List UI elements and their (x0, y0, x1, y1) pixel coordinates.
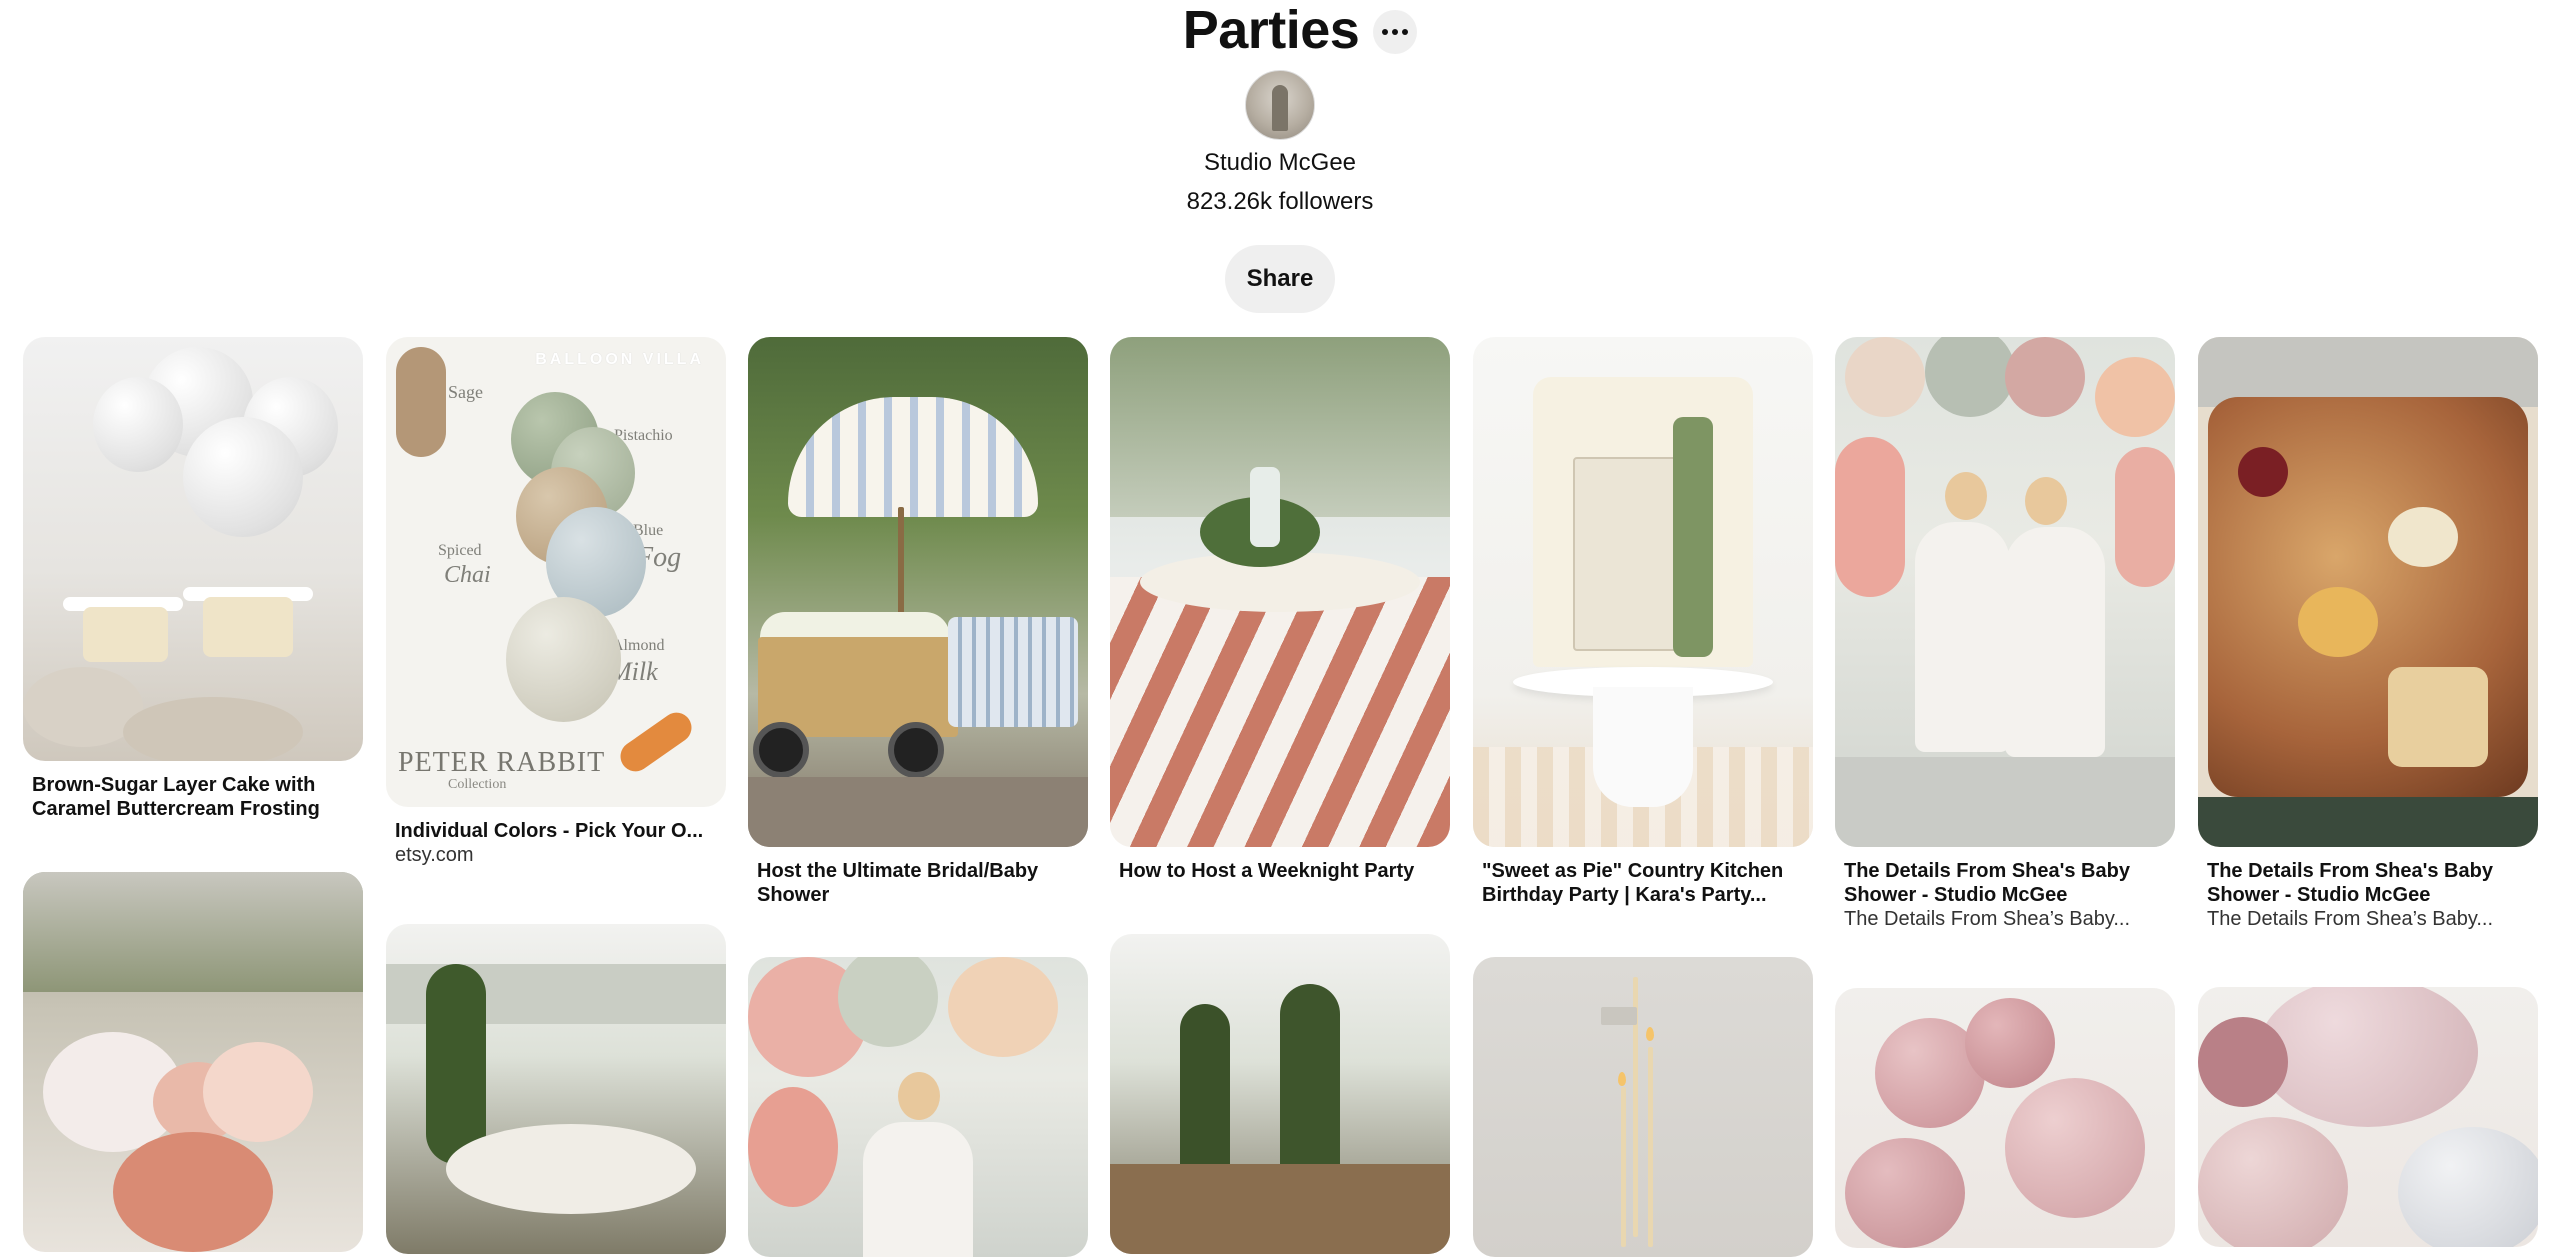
pin-title[interactable]: The Details From Shea's Baby Shower - St… (1835, 859, 2175, 907)
pin-card[interactable] (1835, 988, 2175, 1248)
pin-card[interactable] (23, 872, 363, 1252)
pin-title[interactable]: The Details From Shea's Baby Shower - St… (2198, 859, 2538, 907)
pin-image[interactable] (1110, 337, 1450, 847)
pin-title[interactable]: Brown-Sugar Layer Cake with Caramel Butt… (23, 773, 363, 821)
rabbit-illustration (396, 347, 446, 457)
image-label: Sage (448, 382, 483, 402)
pin-card[interactable] (386, 924, 726, 1254)
pin-card[interactable]: Brown-Sugar Layer Cake with Caramel Butt… (23, 337, 363, 821)
pin-image[interactable] (23, 337, 363, 761)
image-brand-text: BALLOON VILLA (535, 351, 704, 368)
pin-image[interactable] (2198, 987, 2538, 1247)
pin-card[interactable]: BALLOON VILLA Sage Pistachio Spiced Chai… (386, 337, 726, 867)
pin-image[interactable] (386, 924, 726, 1254)
pin-image[interactable] (748, 337, 1088, 847)
pin-card[interactable] (748, 957, 1088, 1257)
pin-title[interactable]: "Sweet as Pie" Country Kitchen Birthday … (1473, 859, 1813, 907)
pin-card[interactable]: The Details From Shea's Baby Shower - St… (1835, 337, 2175, 931)
image-label: Spiced (438, 542, 482, 559)
pin-title[interactable]: How to Host a Weeknight Party (1110, 859, 1450, 883)
pin-image[interactable] (748, 957, 1088, 1257)
carrot-illustration (614, 706, 698, 778)
image-logo-text: PETER RABBIT (398, 747, 606, 778)
pin-image[interactable] (1473, 337, 1813, 847)
pin-image[interactable] (1835, 337, 2175, 847)
pin-card[interactable]: How to Host a Weeknight Party (1110, 337, 1450, 883)
pin-grid: Brown-Sugar Layer Cake with Caramel Butt… (0, 0, 2560, 1257)
pin-card[interactable]: The Details From Shea's Baby Shower - St… (2198, 337, 2538, 931)
pin-image[interactable]: BALLOON VILLA Sage Pistachio Spiced Chai… (386, 337, 726, 807)
pin-image[interactable] (2198, 337, 2538, 847)
pin-description[interactable]: The Details From Shea’s Baby... (2198, 907, 2538, 931)
image-label: Chai (444, 562, 491, 588)
pin-title[interactable]: Individual Colors - Pick Your O... (386, 819, 726, 843)
image-logo-subtext: Collection (448, 777, 507, 792)
pin-source[interactable]: etsy.com (386, 843, 726, 867)
pin-card[interactable] (2198, 987, 2538, 1247)
pin-card[interactable]: "Sweet as Pie" Country Kitchen Birthday … (1473, 337, 1813, 907)
pin-image[interactable] (1473, 957, 1813, 1257)
pin-card[interactable]: Host the Ultimate Bridal/Baby Shower (748, 337, 1088, 907)
pin-card[interactable] (1110, 934, 1450, 1254)
pin-image[interactable] (1110, 934, 1450, 1254)
pin-description[interactable]: The Details From Shea’s Baby... (1835, 907, 2175, 931)
pin-image[interactable] (1835, 988, 2175, 1248)
pin-title[interactable]: Host the Ultimate Bridal/Baby Shower (748, 859, 1088, 907)
pin-card[interactable] (1473, 957, 1813, 1257)
pin-image[interactable] (23, 872, 363, 1252)
